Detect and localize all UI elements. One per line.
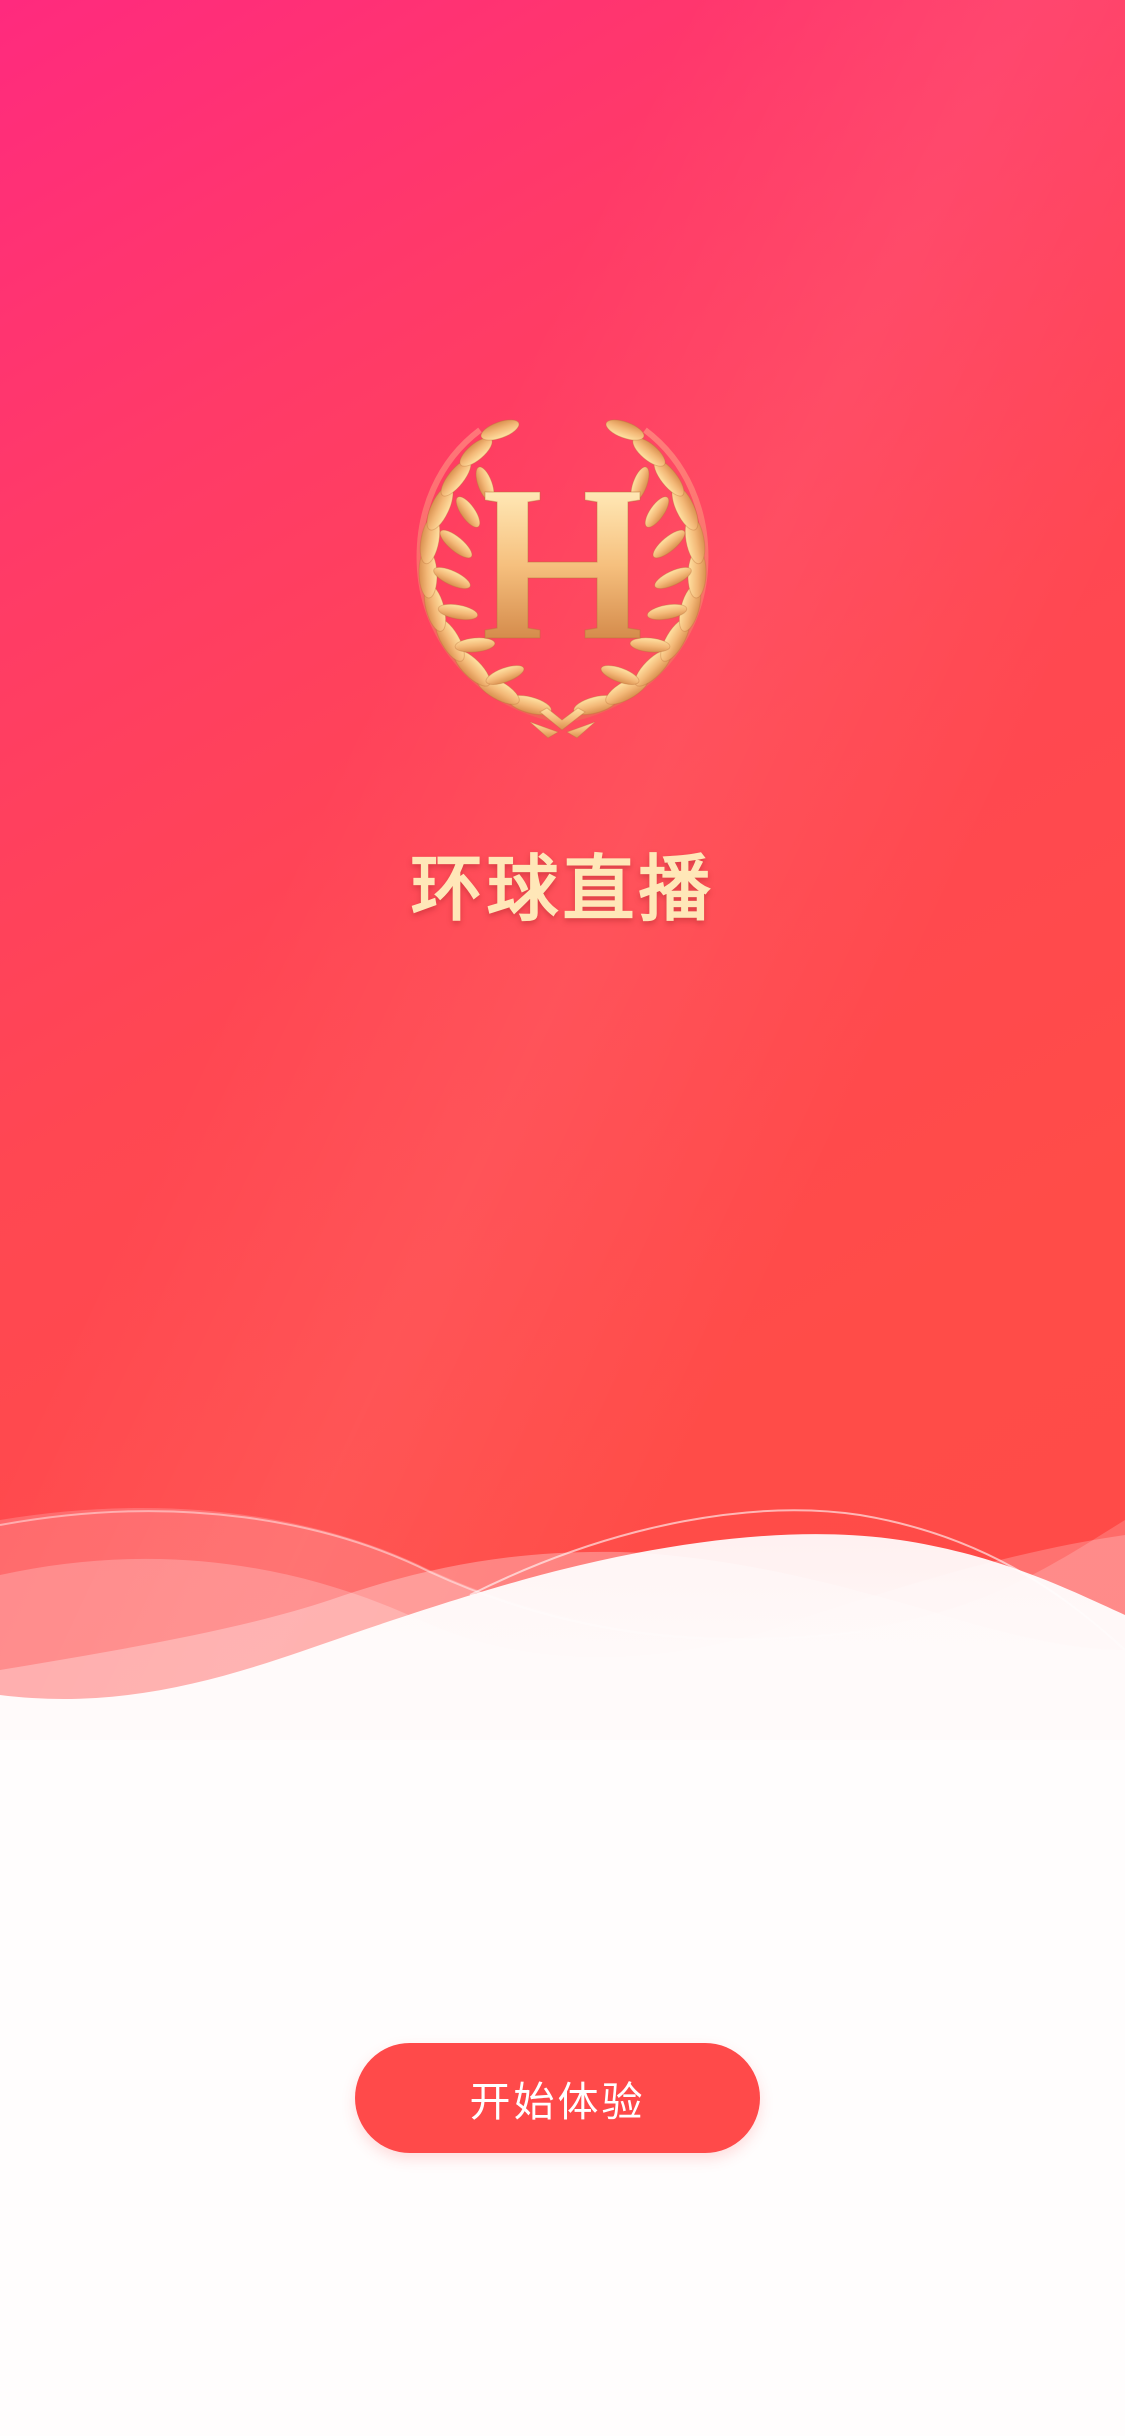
- splash-screen: 环球直播 开始体验: [0, 0, 1125, 2436]
- start-button-label: 开始体验: [469, 2078, 646, 2126]
- laurel-wreath-h-icon: [416, 419, 709, 739]
- start-experience-button[interactable]: 开始体验: [355, 2043, 760, 2153]
- app-title: 环球直播: [410, 847, 715, 931]
- wave-decoration: [0, 1508, 1125, 2436]
